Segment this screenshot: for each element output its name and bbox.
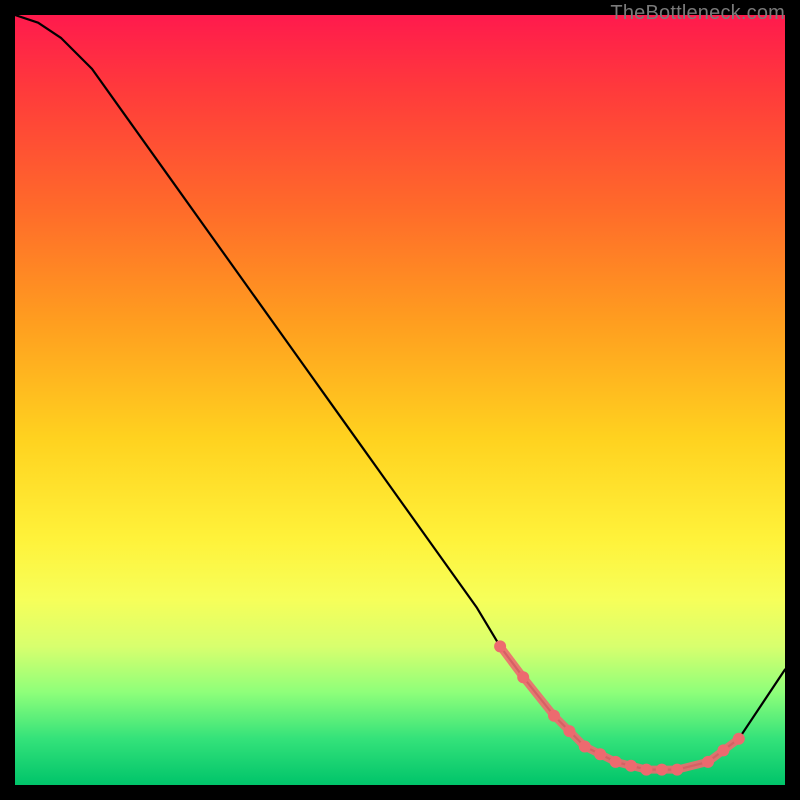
plot-area xyxy=(15,15,785,785)
chart-frame: TheBottleneck.com xyxy=(15,15,785,785)
gradient-background xyxy=(15,15,785,785)
watermark-text: TheBottleneck.com xyxy=(610,2,785,25)
